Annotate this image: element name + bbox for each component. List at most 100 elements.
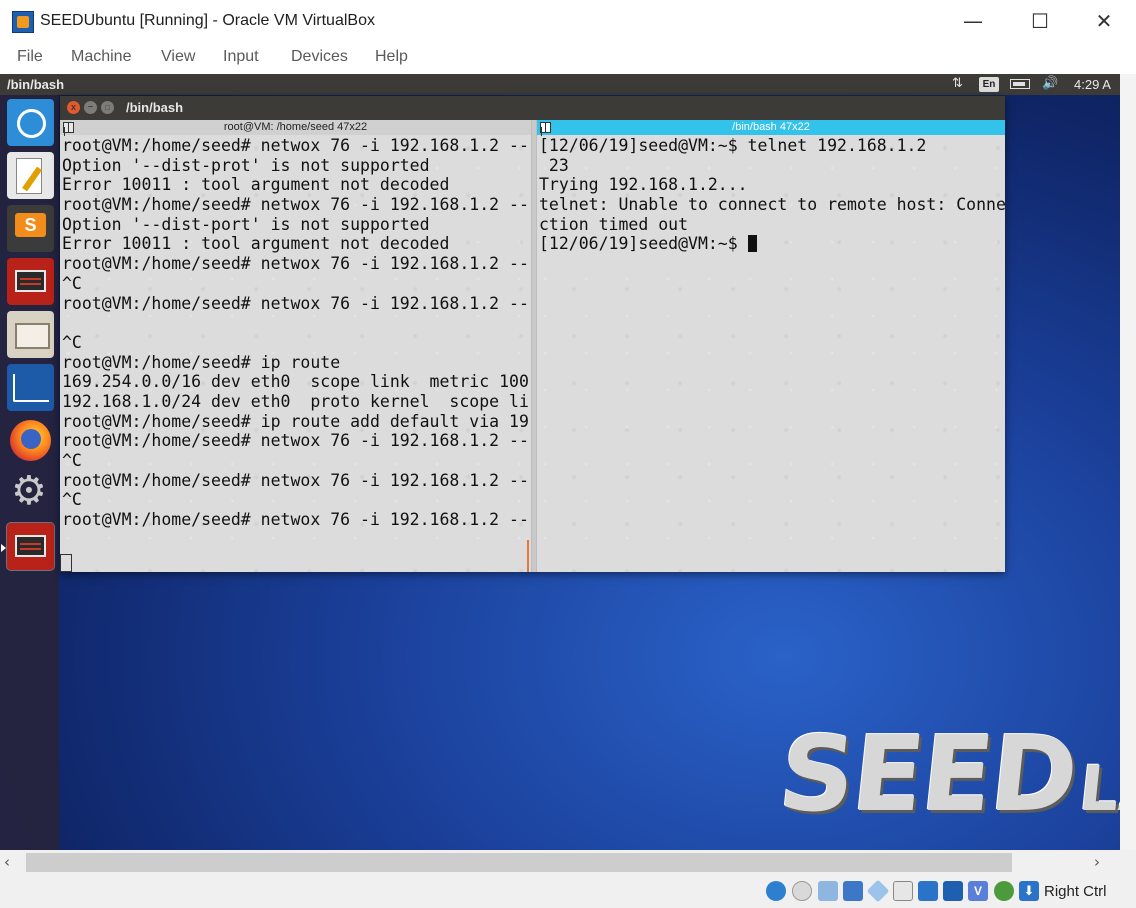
virtualbox-app-icon	[12, 11, 34, 33]
terminal-pane-right[interactable]: /bin/bash 47x22 [12/06/19]seed@VM:~$ tel…	[537, 120, 1005, 572]
wireshark-icon[interactable]	[7, 364, 54, 411]
network-adapter-icon[interactable]	[843, 881, 863, 901]
terminal-line: 192.168.1.0/24 dev eth0 proto kernel sco…	[62, 391, 529, 411]
pane-menu-icon[interactable]	[540, 122, 551, 133]
terminal-line: [12/06/19]seed@VM:~$ telnet 192.168.1.2	[539, 136, 927, 155]
terminal-cursor	[747, 235, 757, 253]
menu-file[interactable]: File	[17, 48, 43, 66]
terminal-line: root@VM:/home/seed# netwox 76 -i 192.168…	[62, 510, 529, 530]
left-terminal-output: root@VM:/home/seed# netwox 76 -i 192.168…	[62, 136, 529, 530]
terminal-window-title: /bin/bash	[126, 100, 184, 115]
active-window-title: /bin/bash	[7, 77, 65, 92]
terminal-line: root@VM:/home/seed# netwox 76 -i 192.168…	[62, 136, 529, 155]
battery-icon[interactable]	[1010, 79, 1030, 89]
terminal-close-button[interactable]: x	[67, 101, 80, 114]
terminal-window[interactable]: x – □ /bin/bash root@VM: /home/seed 47x2…	[60, 96, 1005, 572]
usb-icon[interactable]	[866, 879, 890, 903]
virtualization-icon[interactable]: V	[968, 881, 988, 901]
optical-drive-icon[interactable]	[792, 881, 812, 901]
scroll-right-arrow-icon[interactable]: ›	[1094, 853, 1100, 871]
terminal-maximize-button[interactable]: □	[101, 101, 114, 114]
terminal-line: ^C	[62, 451, 82, 470]
terminal-line: ^C	[62, 273, 82, 293]
audio-icon[interactable]	[818, 881, 838, 901]
terminal-line: ^C	[62, 332, 82, 352]
terminal-line: root@VM:/home/seed# netwox 76 -i 192.168…	[62, 195, 529, 215]
vbox-statusbar: V ⬇ Right Ctrl	[0, 876, 1136, 908]
window-maximize-button[interactable]: ☐	[1017, 4, 1063, 38]
window-close-button[interactable]: ✕	[1081, 4, 1127, 38]
horizontal-scrollbar[interactable]: ‹ ›	[0, 850, 1120, 876]
pane-menu-icon[interactable]	[63, 122, 74, 133]
vbox-side-edge	[1120, 74, 1136, 850]
recording-icon[interactable]	[943, 881, 963, 901]
terminal-line: Option '--dist-prot' is not supported	[62, 155, 430, 175]
clock[interactable]: 4:29 A	[1074, 77, 1111, 92]
vbox-titlebar: SEEDUbuntu [Running] - Oracle VM Virtual…	[0, 0, 1136, 42]
mouse-integration-icon[interactable]	[994, 881, 1014, 901]
sublime-text-icon[interactable]	[7, 205, 54, 252]
text-editor-icon[interactable]	[7, 152, 54, 199]
menu-help[interactable]: Help	[375, 48, 408, 66]
terminal-line: Error 10011 : tool argument not decoded	[62, 234, 450, 254]
menu-input[interactable]: Input	[223, 48, 259, 66]
terminal-prompt: [12/06/19]seed@VM:~$	[539, 234, 748, 254]
menu-devices[interactable]: Devices	[291, 48, 348, 66]
left-pane-title: root@VM: /home/seed 47x22	[223, 121, 368, 133]
terminal-cursor	[60, 554, 72, 572]
scrollbar-thumb[interactable]	[26, 853, 1012, 872]
terminal-line: root@VM:/home/seed# netwox 76 -i 192.168…	[62, 470, 529, 490]
terminal-glyph	[15, 535, 46, 557]
seed-logo-text: SEED	[773, 713, 1082, 835]
keyboard-language-indicator[interactable]: En	[979, 77, 999, 92]
terminal-line: Error 10011 : tool argument not decoded	[62, 175, 450, 195]
terminal-line: ^C	[62, 490, 82, 510]
scroll-left-arrow-icon[interactable]: ‹	[4, 853, 10, 871]
terminal-glyph	[15, 270, 46, 292]
terminal-line: Option '--dist-port' is not supported	[62, 214, 430, 234]
network-icon[interactable]: ⇅	[952, 76, 968, 92]
terminal-line: root@VM:/home/seed# ip route add default…	[62, 411, 529, 431]
terminal-line: root@VM:/home/seed# netwox 76 -i 192.168…	[62, 254, 529, 274]
terminal-line: root@VM:/home/seed# netwox 76 -i 192.168…	[62, 293, 529, 313]
menu-view[interactable]: View	[161, 48, 195, 66]
terminal-minimize-button[interactable]: –	[84, 101, 97, 114]
terminal-prompt-line[interactable]: [12/06/19]seed@VM:~$	[539, 234, 1005, 254]
vbox-window-title: SEEDUbuntu [Running] - Oracle VM Virtual…	[40, 12, 375, 29]
volume-icon[interactable]: 🔊	[1042, 76, 1058, 91]
guest-screen[interactable]: /bin/bash ⇅ En 🔊 4:29 A SEEDLABS x – □ /…	[0, 74, 1120, 850]
seed-labs-logo: SEEDLABS	[774, 713, 1120, 835]
scroll-indicator	[527, 540, 529, 572]
terminal-line: Trying 192.168.1.2...	[539, 175, 748, 195]
terminal-pane-left[interactable]: root@VM: /home/seed 47x22 root@VM:/home/…	[60, 120, 531, 572]
terminal-line: root@VM:/home/seed# netwox 76 -i 192.168…	[62, 431, 529, 451]
scroll-corner	[1120, 850, 1136, 876]
right-pane-header[interactable]: /bin/bash 47x22	[537, 120, 1005, 135]
terminal-line: 23	[539, 155, 569, 175]
window-minimize-button[interactable]: —	[950, 4, 996, 38]
terminal-line: ction timed out	[539, 214, 689, 234]
files-icon[interactable]	[7, 311, 54, 358]
terminal-running-icon[interactable]	[7, 523, 54, 570]
terminal-line: 169.254.0.0/16 dev eth0 scope link metri…	[62, 372, 529, 392]
terminal-titlebar[interactable]: x – □ /bin/bash	[60, 96, 1005, 120]
menu-machine[interactable]: Machine	[71, 48, 131, 66]
dash-home-icon[interactable]	[7, 99, 54, 146]
host-key-label: Right Ctrl	[1044, 883, 1107, 900]
terminal-line: root@VM:/home/seed# ip route	[62, 352, 341, 372]
vbox-menubar: File Machine View Input Devices Help	[0, 42, 1136, 74]
terminal-icon[interactable]	[7, 258, 54, 305]
system-settings-icon[interactable]	[7, 470, 54, 517]
firefox-icon[interactable]	[7, 417, 54, 464]
hard-disk-icon[interactable]	[766, 881, 786, 901]
ubuntu-top-panel: /bin/bash ⇅ En 🔊 4:29 A	[0, 74, 1120, 95]
right-terminal-output: [12/06/19]seed@VM:~$ telnet 192.168.1.2 …	[539, 136, 1005, 254]
left-pane-header[interactable]: root@VM: /home/seed 47x22	[60, 120, 531, 135]
labs-logo-text: LABS	[1075, 752, 1120, 825]
terminal-line: telnet: Unable to connect to remote host…	[539, 195, 1005, 215]
keyboard-capture-icon[interactable]: ⬇	[1019, 881, 1039, 901]
display-icon[interactable]	[918, 881, 938, 901]
running-indicator	[1, 544, 6, 552]
shared-folders-icon[interactable]	[893, 881, 913, 901]
